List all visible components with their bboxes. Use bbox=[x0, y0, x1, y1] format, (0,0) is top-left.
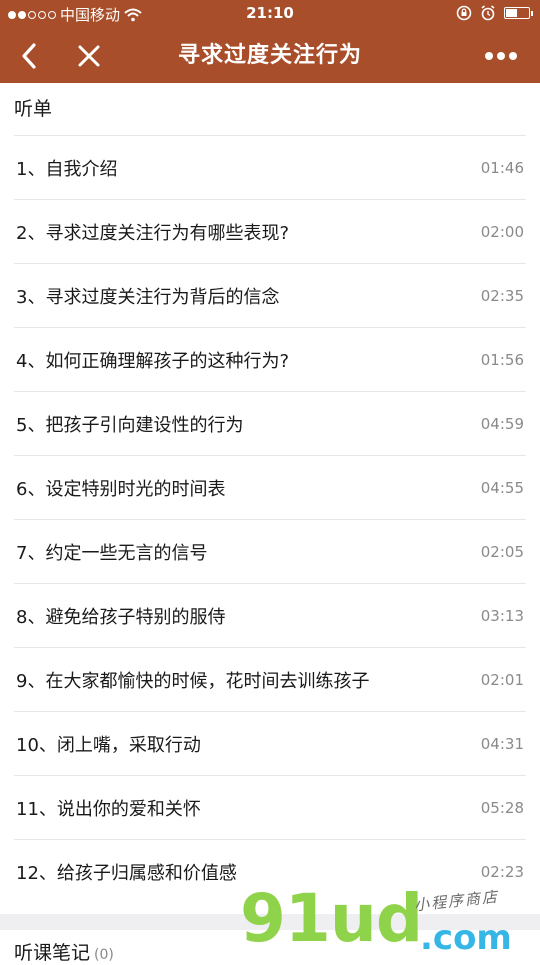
item-title: 7、约定一些无言的信号 bbox=[16, 542, 208, 564]
status-icons bbox=[456, 5, 533, 21]
more-dots-icon bbox=[485, 51, 517, 60]
item-duration: 02:00 bbox=[480, 222, 524, 241]
more-button[interactable] bbox=[476, 28, 526, 83]
item-duration: 02:35 bbox=[480, 286, 524, 305]
item-title: 1、自我介绍 bbox=[16, 158, 118, 180]
notes-count: (0) bbox=[94, 947, 114, 963]
notes-header[interactable]: 听课笔记 (0) bbox=[14, 938, 114, 965]
item-duration: 01:56 bbox=[480, 350, 524, 369]
list-item[interactable]: 10、闭上嘴，采取行动 04:31 bbox=[14, 711, 526, 775]
item-duration: 04:55 bbox=[480, 478, 524, 497]
notes-title: 听课笔记 bbox=[14, 942, 91, 964]
item-title: 5、把孩子引向建设性的行为 bbox=[16, 414, 244, 436]
item-duration: 04:59 bbox=[480, 414, 524, 433]
list-item[interactable]: 4、如何正确理解孩子的这种行为? 01:56 bbox=[14, 327, 526, 391]
item-duration: 02:23 bbox=[480, 862, 524, 881]
list-item[interactable]: 1、自我介绍 01:46 bbox=[14, 135, 526, 199]
page-title: 寻求过度关注行为 bbox=[177, 43, 362, 68]
item-duration: 04:31 bbox=[480, 734, 524, 753]
list-item[interactable]: 12、给孩子归属感和价值感 02:23 bbox=[14, 839, 526, 903]
item-title: 12、给孩子归属感和价值感 bbox=[16, 862, 237, 884]
playlist-list: 1、自我介绍 01:46 2、寻求过度关注行为有哪些表现? 02:00 3、寻求… bbox=[14, 135, 526, 903]
item-duration: 01:46 bbox=[480, 158, 524, 177]
list-item[interactable]: 11、说出你的爱和关怀 05:28 bbox=[14, 775, 526, 839]
item-duration: 02:01 bbox=[480, 670, 524, 689]
item-duration: 05:28 bbox=[480, 798, 524, 817]
status-bar: 中国移动 21:10 bbox=[0, 0, 540, 28]
playlist-section: 听单 1、自我介绍 01:46 2、寻求过度关注行为有哪些表现? 02:00 3… bbox=[0, 83, 540, 903]
item-title: 8、避免给孩子特别的服侍 bbox=[16, 606, 226, 628]
item-title: 11、说出你的爱和关怀 bbox=[16, 798, 201, 820]
item-title: 6、设定特别时光的时间表 bbox=[16, 478, 226, 500]
nav-bar: 寻求过度关注行为 bbox=[0, 28, 540, 83]
list-item[interactable]: 8、避免给孩子特别的服侍 03:13 bbox=[14, 583, 526, 647]
list-item[interactable]: 9、在大家都愉快的时候，花时间去训练孩子 02:01 bbox=[14, 647, 526, 711]
item-duration: 02:05 bbox=[480, 542, 524, 561]
item-title: 10、闭上嘴，采取行动 bbox=[16, 734, 201, 756]
section-divider bbox=[0, 914, 540, 930]
item-title: 4、如何正确理解孩子的这种行为? bbox=[16, 350, 290, 372]
list-item[interactable]: 2、寻求过度关注行为有哪些表现? 02:00 bbox=[14, 199, 526, 263]
battery-icon bbox=[504, 7, 533, 19]
item-title: 3、寻求过度关注行为背后的信念 bbox=[16, 286, 280, 308]
item-title: 2、寻求过度关注行为有哪些表现? bbox=[16, 222, 290, 244]
item-title: 9、在大家都愉快的时候，花时间去训练孩子 bbox=[16, 670, 370, 692]
list-item[interactable]: 7、约定一些无言的信号 02:05 bbox=[14, 519, 526, 583]
list-item[interactable]: 5、把孩子引向建设性的行为 04:59 bbox=[14, 391, 526, 455]
alarm-icon bbox=[481, 5, 495, 21]
section-title: 听单 bbox=[14, 98, 53, 120]
list-item[interactable]: 3、寻求过度关注行为背后的信念 02:35 bbox=[14, 263, 526, 327]
rotation-lock-icon bbox=[456, 5, 472, 21]
list-item[interactable]: 6、设定特别时光的时间表 04:55 bbox=[14, 455, 526, 519]
item-duration: 03:13 bbox=[480, 606, 524, 625]
